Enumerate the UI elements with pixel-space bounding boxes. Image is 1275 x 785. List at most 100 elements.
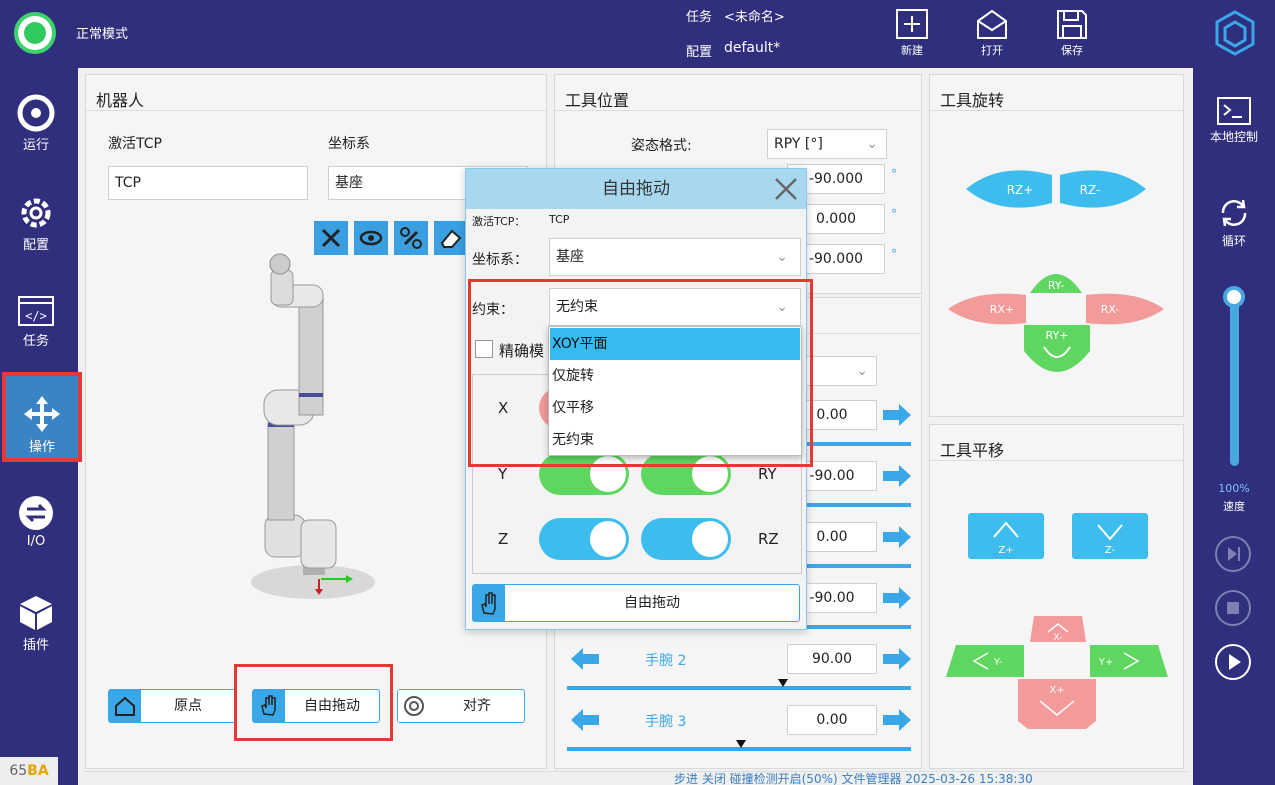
ry-minus-label: RY- xyxy=(1048,279,1064,292)
status-text: 步进 关闭 碰撞检测开启(50%) 文件管理器 2025-03-26 15:38… xyxy=(674,772,1033,785)
local-control-button[interactable]: 本地控制 xyxy=(1193,96,1275,145)
nav-plugin-label: 插件 xyxy=(22,638,49,653)
rz-minus-button[interactable]: RZ- xyxy=(1056,167,1152,211)
status-bar: 步进 关闭 碰撞检测开启(50%) 文件管理器 2025-03-26 15:38… xyxy=(84,771,1188,785)
link-icon xyxy=(400,227,422,249)
rx-minus-label: RX- xyxy=(1101,303,1120,316)
arrow-right-icon[interactable] xyxy=(881,463,913,489)
hand-icon xyxy=(481,592,496,615)
arrow-right-icon[interactable] xyxy=(881,585,913,611)
ry-plus-button[interactable]: RY+ xyxy=(1022,321,1092,381)
loop-icon xyxy=(1221,199,1247,227)
io-icon xyxy=(19,496,53,530)
nav-config[interactable]: 配置 xyxy=(0,168,72,264)
dialog-freedrive-label: 自由拖动 xyxy=(624,595,680,611)
home-button-label: 原点 xyxy=(174,698,202,714)
speed-slider-track[interactable] xyxy=(1230,296,1239,466)
ry-plus-label: RY+ xyxy=(1046,329,1069,342)
robot-arm-model[interactable] xyxy=(251,245,386,600)
wrist3-label: 手腕 3 xyxy=(645,714,687,730)
y-plus-label: Y+ xyxy=(1098,657,1114,668)
rz-toggle[interactable] xyxy=(641,518,731,560)
open-button[interactable]: 打开 xyxy=(967,8,1017,58)
tool-translation-title: 工具平移 xyxy=(940,441,1005,460)
new-button-label: 新建 xyxy=(901,44,923,57)
dialog-coord-select[interactable]: 基座 ⌄ xyxy=(549,238,801,276)
code-icon: </> xyxy=(18,296,54,326)
step-button[interactable] xyxy=(1215,536,1251,572)
version-suffix: BA xyxy=(27,763,49,779)
rx-plus-button[interactable]: RX+ xyxy=(946,289,1028,329)
task-label: 任务 xyxy=(686,10,713,25)
dialog-title: 自由拖动 xyxy=(466,169,806,209)
nav-plugin[interactable]: 插件 xyxy=(0,568,72,664)
step-icon xyxy=(1228,547,1240,561)
new-button[interactable]: 新建 xyxy=(887,8,937,58)
axis-rz-label: RZ xyxy=(758,530,779,548)
cube-icon xyxy=(20,596,52,630)
wrist2-label: 手腕 2 xyxy=(645,653,687,669)
ry-minus-button[interactable]: RY- xyxy=(1028,263,1084,297)
align-button[interactable]: 对齐 xyxy=(397,689,525,723)
tcp-label: 激活TCP xyxy=(108,136,162,152)
nav-io[interactable]: I/O xyxy=(0,468,72,564)
z-plus-button[interactable]: Z+ xyxy=(968,513,1044,559)
target-icon xyxy=(404,696,424,716)
version-badge: 65BA xyxy=(0,757,58,785)
save-button-label: 保存 xyxy=(1061,44,1083,57)
y-plus-button[interactable]: Y+ xyxy=(1088,643,1170,679)
pose-format-select[interactable]: RPY [°] ⌄ xyxy=(767,129,887,159)
eraser-view-button[interactable] xyxy=(434,221,468,255)
z-minus-button[interactable]: Z- xyxy=(1072,513,1148,559)
x-plus-button[interactable]: X+ xyxy=(1016,677,1098,731)
run-icon xyxy=(17,94,55,132)
x-minus-button[interactable]: X- xyxy=(1028,614,1088,644)
loop-button[interactable]: 循环 xyxy=(1193,196,1275,249)
arrow-right-icon[interactable] xyxy=(881,707,913,733)
divider xyxy=(930,110,1183,111)
slider-marker-icon[interactable] xyxy=(736,740,746,748)
arrow-left-icon[interactable] xyxy=(569,707,601,733)
y-minus-button[interactable]: Y- xyxy=(944,643,1026,679)
eraser-icon xyxy=(440,229,462,248)
dialog-freedrive-button[interactable]: 自由拖动 xyxy=(472,584,800,622)
z-minus-label: Z- xyxy=(1105,545,1116,556)
nav-task[interactable]: </> 任务 xyxy=(0,268,72,364)
arrow-right-icon[interactable] xyxy=(881,402,913,428)
nav-io-label: I/O xyxy=(26,534,46,549)
nav-task-label: 任务 xyxy=(22,334,49,349)
rx-plus-label: RX+ xyxy=(990,303,1014,316)
degree-unit: ° xyxy=(891,247,897,261)
terminal-icon xyxy=(1217,97,1251,125)
arrow-right-icon[interactable] xyxy=(881,524,913,550)
close-icon[interactable] xyxy=(772,175,800,203)
dialog-tcp-value: TCP xyxy=(549,213,570,226)
rx-minus-button[interactable]: RX- xyxy=(1084,289,1166,329)
tool-rotation-panel: 工具旋转 RZ+ RZ- RY- RX+ RX- RY+ xyxy=(929,74,1184,417)
mode-text: 正常模式 xyxy=(76,27,129,42)
new-file-icon xyxy=(896,9,928,39)
arrow-right-icon[interactable] xyxy=(881,646,913,672)
play-button[interactable] xyxy=(1215,644,1251,680)
nav-run[interactable]: 运行 xyxy=(0,68,72,164)
tool-rotation-title: 工具旋转 xyxy=(940,91,1005,110)
degree-unit: ° xyxy=(891,167,897,181)
save-button[interactable]: 保存 xyxy=(1047,8,1097,58)
wrist2-slider-track[interactable] xyxy=(567,686,911,690)
right-nav: 本地控制 循环 100% 速度 xyxy=(1193,68,1275,785)
chevron-down-icon: ⌄ xyxy=(776,249,788,265)
divider xyxy=(86,110,546,111)
home-button[interactable]: 原点 xyxy=(108,689,236,723)
link-view-button[interactable] xyxy=(394,221,428,255)
speed-slider-handle[interactable] xyxy=(1223,286,1245,308)
x-plus-label: X+ xyxy=(1049,685,1064,696)
arrow-left-icon[interactable] xyxy=(569,646,601,672)
stop-button[interactable] xyxy=(1215,590,1251,626)
tcp-select[interactable]: TCP xyxy=(108,166,308,200)
wrist3-value-field[interactable]: 0.00 xyxy=(787,705,877,735)
slider-marker-icon[interactable] xyxy=(778,679,788,687)
wrist2-value-field[interactable]: 90.00 xyxy=(787,644,877,674)
tool-position-title: 工具位置 xyxy=(565,91,630,110)
rz-plus-button[interactable]: RZ+ xyxy=(960,167,1056,211)
z-toggle[interactable] xyxy=(539,518,629,560)
